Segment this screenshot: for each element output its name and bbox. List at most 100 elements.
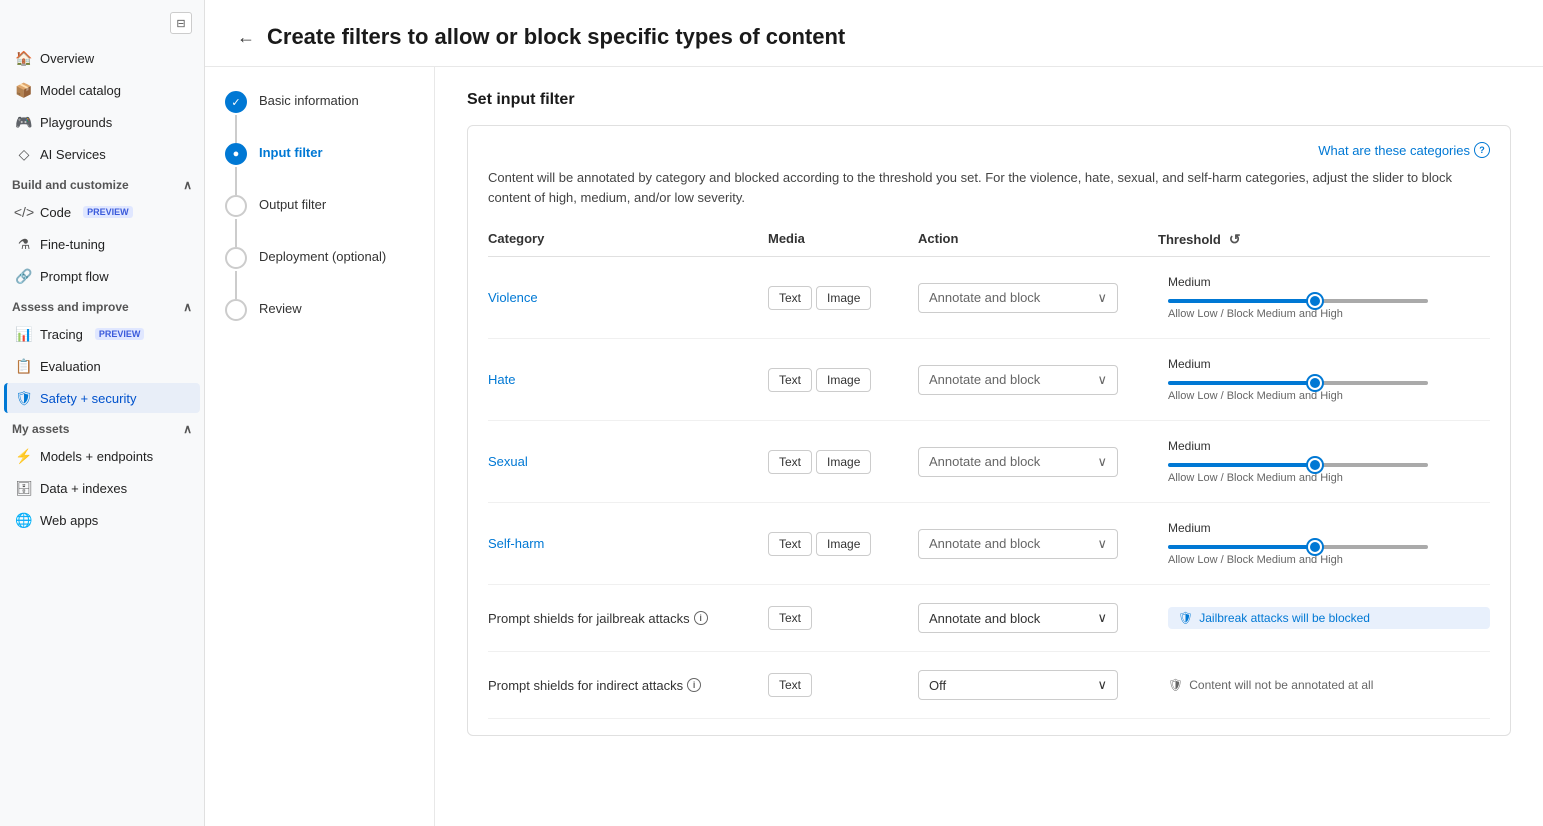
sidebar-item-code[interactable]: </> Code PREVIEW [4,197,200,227]
what-are-categories-link[interactable]: What are these categories ? [1318,142,1490,158]
sidebar-item-fine-tuning[interactable]: ⚗ Fine-tuning [4,229,200,259]
tracing-icon: 📊 [16,326,32,342]
sexual-label[interactable]: Sexual [488,454,768,469]
chevron-up-icon-3: ∧ [183,422,192,436]
wizard-step-circle-3 [225,195,247,217]
sexual-threshold-header: Medium [1168,439,1490,453]
col-threshold: Threshold ↺ [1158,231,1490,248]
sexual-slider[interactable] [1168,463,1428,467]
sexual-action-value: Annotate and block [929,454,1040,469]
model-catalog-icon: 📦 [16,82,32,98]
self-harm-image-btn[interactable]: Image [816,532,871,556]
wizard-step-indicator-3 [225,195,247,247]
wizard-step-input-filter[interactable]: ● Input filter [225,143,414,195]
self-harm-threshold-label: Medium [1168,521,1211,535]
wizard-step-basic-info[interactable]: ✓ Basic information [225,91,414,143]
sidebar-item-ai-services[interactable]: ◇ AI Services [4,139,200,169]
sidebar-item-models-endpoints[interactable]: ⚡ Models + endpoints [4,441,200,471]
jailbreak-info-icon[interactable]: i [694,611,708,625]
wizard-step-circle-2: ● [225,143,247,165]
jailbreak-action-dropdown[interactable]: Annotate and block ∨ [918,603,1118,633]
sidebar-header: ⊟ [0,8,204,42]
wizard-panel: ✓ Basic information ● Input filter [205,67,435,826]
sexual-action-dropdown[interactable]: Annotate and block ∨ [918,447,1118,477]
self-harm-action-dropdown[interactable]: Annotate and block ∨ [918,529,1118,559]
section-assess-and-improve[interactable]: Assess and improve ∧ [0,292,204,318]
wizard-step-label-3: Output filter [259,195,326,232]
violence-text-btn[interactable]: Text [768,286,812,310]
indirect-info-icon[interactable]: i [687,678,701,692]
col-media: Media [768,231,918,248]
self-harm-text-btn[interactable]: Text [768,532,812,556]
violence-image-btn[interactable]: Image [816,286,871,310]
wizard-step-output-filter[interactable]: Output filter [225,195,414,247]
sidebar-item-web-apps[interactable]: 🌐 Web apps [4,505,200,535]
hate-threshold-label: Medium [1168,357,1211,371]
filter-description: Content will be annotated by category an… [488,168,1490,207]
hate-threshold: Medium Allow Low / Block Medium and High [1158,357,1490,402]
hate-action-dropdown[interactable]: Annotate and block ∨ [918,365,1118,395]
wizard-step-line-3 [235,219,237,247]
wizard-step-label-2: Input filter [259,143,323,180]
hate-image-btn[interactable]: Image [816,368,871,392]
hate-media: Text Image [768,368,918,392]
wizard-step-deployment[interactable]: Deployment (optional) [225,247,414,299]
hate-text-btn[interactable]: Text [768,368,812,392]
wizard-step-line-2 [235,167,237,195]
shield-icon-indirect: 🛡 [1168,678,1183,692]
filter-row-indirect: Prompt shields for indirect attacks i Te… [488,652,1490,719]
violence-threshold-header: Medium [1168,275,1490,289]
self-harm-slider-container [1168,537,1428,552]
sidebar-item-prompt-flow[interactable]: 🔗 Prompt flow [4,261,200,291]
jailbreak-badge: 🛡 Jailbreak attacks will be blocked [1168,607,1490,629]
violence-threshold: Medium Allow Low / Block Medium and High [1158,275,1490,320]
chevron-down-icon-violence: ∨ [1097,290,1107,306]
wizard-step-review[interactable]: Review [225,299,414,336]
hate-slider-container [1168,373,1428,388]
code-preview-badge: PREVIEW [83,206,133,218]
violence-threshold-note: Allow Low / Block Medium and High [1168,308,1490,320]
sidebar-item-overview[interactable]: 🏠 Overview [4,43,200,73]
section-build-and-customize[interactable]: Build and customize ∧ [0,170,204,196]
col-action: Action [918,231,1158,248]
back-button[interactable]: ← [237,27,255,48]
sexual-text-btn[interactable]: Text [768,450,812,474]
self-harm-slider[interactable] [1168,545,1428,549]
sexual-image-btn[interactable]: Image [816,450,871,474]
section-my-assets[interactable]: My assets ∧ [0,414,204,440]
col-category: Category [488,231,768,248]
evaluation-icon: 📋 [16,358,32,374]
fine-tuning-icon: ⚗ [16,236,32,252]
self-harm-label[interactable]: Self-harm [488,536,768,551]
filter-card: What are these categories ? Content will… [467,125,1511,736]
sidebar-item-tracing[interactable]: 📊 Tracing PREVIEW [4,319,200,349]
wizard-step-circle-1: ✓ [225,91,247,113]
main-content: ← Create filters to allow or block speci… [205,0,1543,826]
collapse-sidebar-button[interactable]: ⊟ [170,12,192,34]
hate-slider[interactable] [1168,381,1428,385]
sidebar-item-model-catalog[interactable]: 📦 Model catalog [4,75,200,105]
indirect-threshold-note-group: 🛡 Content will not be annotated at all [1168,678,1490,692]
indirect-label: Prompt shields for indirect attacks [488,678,683,693]
filter-row-jailbreak: Prompt shields for jailbreak attacks i T… [488,585,1490,652]
filter-row-sexual: Sexual Text Image Annotate and block ∨ M… [488,421,1490,503]
jailbreak-text-btn[interactable]: Text [768,606,812,630]
sidebar: ⊟ 🏠 Overview 📦 Model catalog 🎮 Playgroun… [0,0,205,826]
hate-label[interactable]: Hate [488,372,768,387]
tracing-preview-badge: PREVIEW [95,328,145,340]
content-area: ✓ Basic information ● Input filter [205,67,1543,826]
violence-label[interactable]: Violence [488,290,768,305]
indirect-text-btn[interactable]: Text [768,673,812,697]
filter-row-violence: Violence Text Image Annotate and block ∨… [488,257,1490,339]
violence-action-dropdown[interactable]: Annotate and block ∨ [918,283,1118,313]
chevron-down-icon-jailbreak: ∨ [1097,610,1107,626]
sidebar-item-evaluation[interactable]: 📋 Evaluation [4,351,200,381]
wizard-step-indicator-2: ● [225,143,247,195]
web-apps-icon: 🌐 [16,512,32,528]
violence-slider[interactable] [1168,299,1428,303]
sidebar-item-safety-security[interactable]: 🛡 Safety + security [4,383,200,413]
indirect-action-dropdown[interactable]: Off ∨ [918,670,1118,700]
sidebar-item-data-indexes[interactable]: 🗄 Data + indexes [4,473,200,503]
threshold-reset-icon[interactable]: ↺ [1229,231,1241,248]
sidebar-item-playgrounds[interactable]: 🎮 Playgrounds [4,107,200,137]
